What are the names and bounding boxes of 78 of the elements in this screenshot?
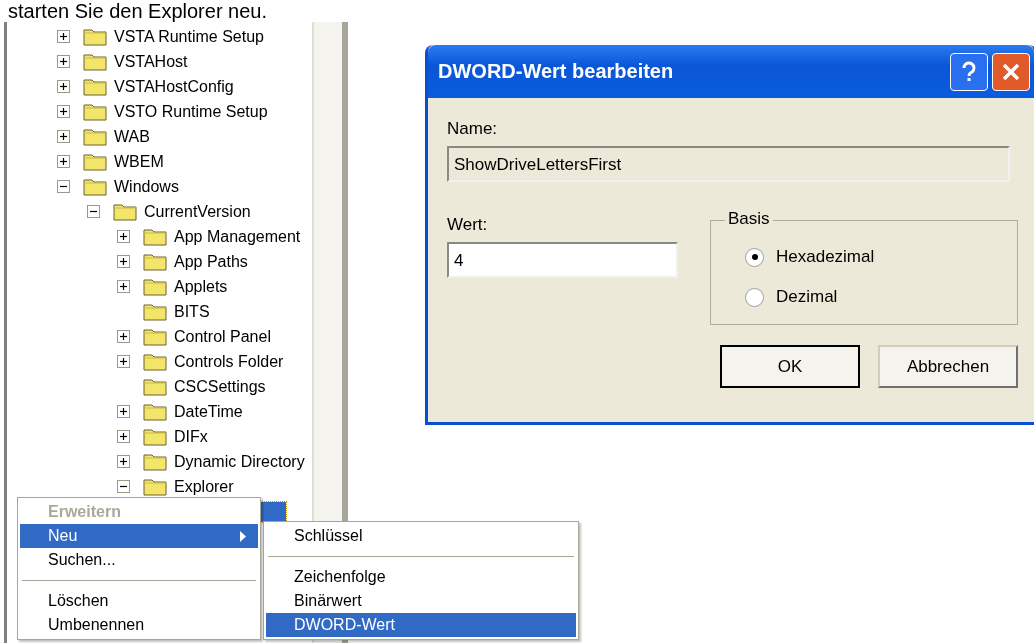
menu-item[interactable]: Umbenennen bbox=[20, 613, 258, 637]
menu-item[interactable]: Löschen bbox=[20, 589, 258, 613]
tree-item[interactable]: WAB bbox=[112, 127, 152, 146]
radio-label[interactable]: Dezimal bbox=[776, 287, 838, 307]
folder-icon bbox=[143, 427, 167, 446]
radio-button[interactable] bbox=[745, 287, 764, 307]
menu-item[interactable]: DWORD-Wert bbox=[266, 613, 576, 637]
folder-icon bbox=[83, 177, 107, 196]
folder-icon bbox=[143, 227, 167, 246]
tree-item[interactable]: VSTAHost bbox=[112, 52, 190, 71]
folder-icon bbox=[143, 302, 167, 321]
close-button[interactable] bbox=[992, 52, 1030, 91]
caption-text: starten Sie den Explorer neu. bbox=[7, 0, 269, 22]
folder-icon bbox=[83, 77, 107, 96]
name-field[interactable]: ShowDriveLettersFirst bbox=[447, 146, 1010, 182]
tree-item[interactable]: Explorer bbox=[172, 477, 236, 496]
radio-button[interactable] bbox=[745, 247, 764, 267]
menu-item[interactable]: Neu bbox=[20, 524, 258, 548]
expander-icon[interactable] bbox=[57, 30, 70, 43]
expander-icon[interactable] bbox=[57, 130, 70, 143]
cancel-button[interactable]: Abbrechen bbox=[878, 345, 1018, 388]
menu-item[interactable]: Schlüssel bbox=[266, 524, 576, 548]
expander-icon[interactable] bbox=[57, 105, 70, 118]
tree-item[interactable]: CSCSettings bbox=[172, 377, 268, 396]
tree-item[interactable]: Controls Folder bbox=[172, 352, 286, 371]
tree-item[interactable]: Control Panel bbox=[172, 327, 273, 346]
tree-item[interactable]: DateTime bbox=[172, 402, 245, 421]
expander-icon[interactable] bbox=[117, 405, 130, 418]
folder-icon bbox=[143, 252, 167, 271]
expander-icon[interactable] bbox=[57, 55, 70, 68]
folder-icon bbox=[143, 327, 167, 346]
ok-button[interactable]: OK bbox=[720, 345, 860, 388]
expander-icon[interactable] bbox=[117, 230, 130, 243]
expander-icon[interactable] bbox=[57, 80, 70, 93]
tree-item[interactable]: App Management bbox=[172, 227, 303, 246]
submenu-arrow-icon bbox=[240, 530, 246, 542]
tree-item[interactable]: BITS bbox=[172, 302, 212, 321]
expander-icon[interactable] bbox=[117, 355, 130, 368]
expander-icon[interactable] bbox=[117, 430, 130, 443]
folder-icon bbox=[83, 27, 107, 46]
folder-icon bbox=[113, 202, 137, 221]
expander-icon[interactable] bbox=[117, 280, 130, 293]
expander-icon[interactable] bbox=[57, 180, 70, 193]
expander-icon[interactable] bbox=[117, 455, 130, 468]
value-field[interactable]: 4 bbox=[447, 242, 678, 278]
tree-item[interactable]: Applets bbox=[172, 277, 230, 296]
radio-label[interactable]: Hexadezimal bbox=[776, 247, 875, 267]
tree-item[interactable]: App Paths bbox=[172, 252, 250, 271]
expander-icon[interactable] bbox=[117, 480, 130, 493]
expander-icon[interactable] bbox=[57, 155, 70, 168]
expander-icon[interactable] bbox=[117, 330, 130, 343]
menu-item[interactable]: Zeichenfolge bbox=[266, 565, 576, 589]
menu-item[interactable]: Binärwert bbox=[266, 589, 576, 613]
window-title: DWORD-Wert bearbeiten bbox=[438, 60, 674, 83]
value-label: Wert: bbox=[447, 214, 489, 236]
tree-item[interactable]: VSTA Runtime Setup bbox=[112, 27, 266, 46]
folder-icon bbox=[83, 127, 107, 146]
tree-item[interactable]: WBEM bbox=[112, 152, 166, 171]
folder-icon bbox=[143, 452, 167, 471]
menu-item[interactable]: Suchen... bbox=[20, 548, 258, 572]
expander-icon[interactable] bbox=[87, 205, 100, 218]
folder-icon bbox=[143, 377, 167, 396]
expander-icon[interactable] bbox=[117, 255, 130, 268]
folder-icon bbox=[83, 152, 107, 171]
folder-icon bbox=[143, 477, 167, 496]
folder-icon bbox=[83, 52, 107, 71]
folder-icon bbox=[143, 277, 167, 296]
tree-item[interactable]: Dynamic Directory bbox=[172, 452, 307, 471]
tree-item[interactable]: VSTO Runtime Setup bbox=[112, 102, 270, 121]
name-label: Name: bbox=[447, 118, 499, 140]
tree-item[interactable]: DIFx bbox=[172, 427, 210, 446]
folder-icon bbox=[83, 102, 107, 121]
folder-icon bbox=[143, 402, 167, 421]
tree-item[interactable]: CurrentVersion bbox=[142, 202, 253, 221]
tree-item[interactable]: Windows bbox=[112, 177, 181, 196]
folder-icon bbox=[143, 352, 167, 371]
help-button[interactable] bbox=[950, 52, 988, 91]
tree-item[interactable]: VSTAHostConfig bbox=[112, 77, 236, 96]
